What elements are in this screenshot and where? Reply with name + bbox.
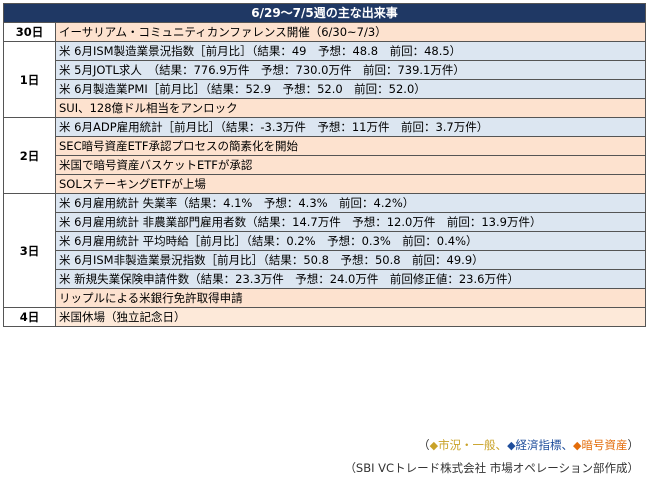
event-cell-crypto: SOLステーキングETFが上場: [55, 174, 646, 194]
legend-crypto-label: 暗号資産: [581, 438, 628, 452]
table-row: 4日 米国休場（独立記念日）: [3, 307, 646, 327]
event-cell-indicator: 米 6月雇用統計 平均時給［前月比］（結果：0.2% 予想：0.3% 前回：0.…: [55, 231, 646, 251]
table-row: SOLステーキングETFが上場: [4, 174, 646, 194]
table-row: SUI、128億ドル相当をアンロック: [4, 98, 646, 118]
day-label: 2日: [3, 117, 56, 194]
event-cell-market: 米国休場（独立記念日）: [55, 307, 646, 327]
table-row: 米 6月雇用統計 平均時給［前月比］（結果：0.2% 予想：0.3% 前回：0.…: [4, 231, 646, 251]
event-cell-indicator: 米 5月JOTL求人 （結果：776.9万件 予想：730.0万件 前回：739…: [55, 60, 646, 80]
table-row: リップルによる米銀行免許取得申請: [4, 288, 646, 308]
table-title: 6/29〜7/5週の主な出来事: [3, 3, 646, 23]
table-row: 1日 米 6月ISM製造業景況指数［前月比］（結果：49 予想：48.8 前回：…: [3, 41, 646, 118]
event-cell-indicator: 米 6月雇用統計 非農業部門雇用者数（結果：14.7万件 予想：12.0万件 前…: [55, 212, 646, 232]
event-cell-indicator: 米 新規失業保険申請件数（結果：23.3万件 予想：24.0万件 前回修正値：2…: [55, 269, 646, 289]
event-cell-crypto: SEC暗号資産ETF承認プロセスの簡素化を開始: [55, 136, 646, 156]
table-row: 米 6月雇用統計 非農業部門雇用者数（結果：14.7万件 予想：12.0万件 前…: [4, 212, 646, 232]
event-cell-crypto: SUI、128億ドル相当をアンロック: [55, 98, 646, 118]
table-row: 2日 米 6月ADP雇用統計［前月比］（結果：-3.3万件 予想：11万件 前回…: [3, 117, 646, 194]
event-cell-indicator: 米 6月ADP雇用統計［前月比］（結果：-3.3万件 予想：11万件 前回：3.…: [55, 117, 646, 137]
legend-indicator-label: 経済指標、: [515, 438, 574, 452]
legend-market-label: 市況・一般、: [438, 438, 508, 452]
day-label: 30日: [3, 22, 56, 42]
diamond-icon: ◆: [507, 439, 516, 452]
table-row: 米 5月JOTL求人 （結果：776.9万件 予想：730.0万件 前回：739…: [4, 60, 646, 80]
diamond-icon: ◆: [573, 439, 582, 452]
table-row: 30日 イーサリアム・コミュニティカンファレンス開催（6/30~7/3）: [3, 22, 646, 42]
event-schedule-table: 6/29〜7/5週の主な出来事 30日 イーサリアム・コミュニティカンファレンス…: [3, 3, 646, 327]
table-row: 米 新規失業保険申請件数（結果：23.3万件 予想：24.0万件 前回修正値：2…: [4, 269, 646, 289]
day-label: 1日: [3, 41, 56, 118]
day-label: 4日: [3, 307, 56, 327]
category-legend: （◆市況・一般、◆経済指標、◆暗号資産）: [418, 437, 639, 453]
event-cell-crypto: イーサリアム・コミュニティカンファレンス開催（6/30~7/3）: [55, 22, 646, 42]
diamond-icon: ◆: [429, 439, 439, 452]
table-row: 米国で暗号資産バスケットETFが承認: [4, 155, 646, 175]
day-label: 3日: [3, 193, 56, 308]
event-cell-indicator: 米 6月製造業PMI［前月比］（結果：52.9 予想：52.0 前回：52.0）: [55, 79, 646, 99]
event-cell-indicator: 米 6月ISM非製造業景況指数［前月比］（結果：50.8 予想：50.8 前回：…: [55, 250, 646, 270]
table-row: 3日 米 6月雇用統計 失業率（結果：4.1% 予想：4.3% 前回：4.2%）: [3, 193, 646, 308]
event-cell-crypto: リップルによる米銀行免許取得申請: [55, 288, 646, 308]
legend-open-paren: （: [418, 438, 430, 452]
event-cell-indicator: 米 6月雇用統計 失業率（結果：4.1% 予想：4.3% 前回：4.2%）: [55, 193, 646, 213]
event-cell-crypto: 米国で暗号資産バスケットETFが承認: [55, 155, 646, 175]
table-header-row: 6/29〜7/5週の主な出来事: [3, 3, 646, 23]
event-cell-indicator: 米 6月ISM製造業景況指数［前月比］（結果：49 予想：48.8 前回：48.…: [55, 41, 646, 61]
credit-note: （SBI VCトレード株式会社 市場オペレーション部作成）: [344, 461, 639, 475]
table-row: 米 6月製造業PMI［前月比］（結果：52.9 予想：52.0 前回：52.0）: [4, 79, 646, 99]
table-row: 米 6月ISM非製造業景況指数［前月比］（結果：50.8 予想：50.8 前回：…: [4, 250, 646, 270]
legend-close-paren: ）: [627, 438, 640, 452]
table-row: SEC暗号資産ETF承認プロセスの簡素化を開始: [4, 136, 646, 156]
